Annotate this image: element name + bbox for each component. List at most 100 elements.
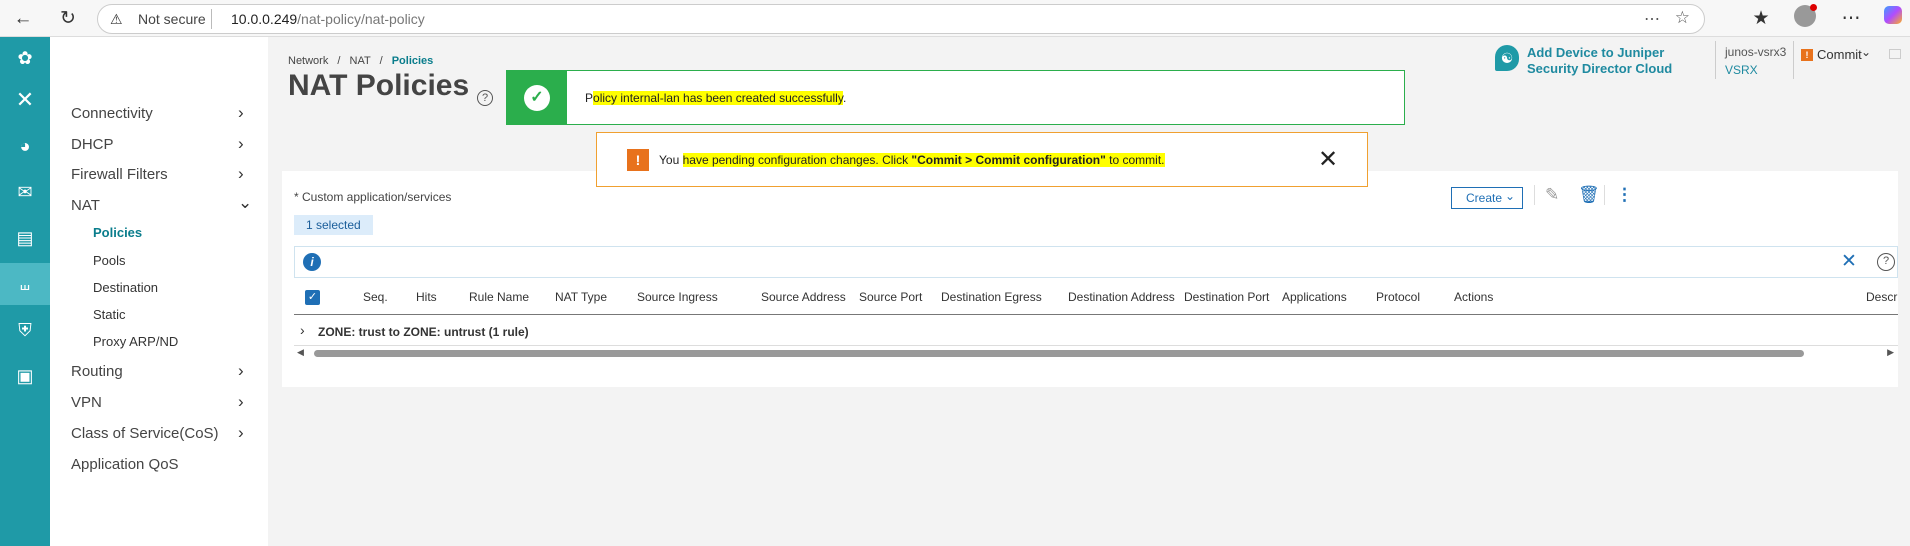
close-icon[interactable]: ✕ [1318,145,1338,174]
header-divider [1793,41,1794,79]
chevron-right-icon[interactable]: › [238,361,244,381]
breadcrumb-network[interactable]: Network [288,55,328,67]
scroll-left-icon[interactable]: ◀ [297,347,304,358]
sidebar-subitem-static[interactable]: Static [93,307,126,322]
favorite-star-icon[interactable]: ☆ [1675,8,1690,28]
sidebar-item-dhcp[interactable]: DHCP [71,136,114,153]
not-secure-label: Not secure [138,11,206,27]
add-device-line1: Add Device to Juniper [1527,45,1665,60]
notifications-icon[interactable] [1889,49,1901,59]
col-destination-port[interactable]: Destination Port [1184,290,1269,304]
commit-button[interactable]: Commit [1817,47,1862,62]
col-description[interactable]: Descr [1866,290,1897,304]
sidebar-item-routing[interactable]: Routing [71,363,123,380]
chevron-right-icon[interactable]: › [300,322,305,338]
sidebar-subitem-destination[interactable]: Destination [93,280,158,295]
reload-icon[interactable]: ↻ [55,6,81,32]
warning-toast: ! You have pending configuration changes… [596,132,1368,187]
col-destination-egress[interactable]: Destination Egress [941,290,1042,304]
copilot-icon[interactable] [1880,6,1906,32]
chevron-right-icon[interactable]: › [238,164,244,184]
sidebar-subitem-pools[interactable]: Pools [93,253,126,268]
network-icon[interactable]: ⧢ [0,263,50,305]
address-bar[interactable]: ⚠ Not secure 10.0.0.249/nat-policy/nat-p… [97,4,1705,34]
table-header: ✓ Seq. Hits Rule Name NAT Type Source In… [294,279,1898,315]
breadcrumb-separator: / [337,55,341,67]
commit-alert-icon: ! [1801,49,1813,61]
breadcrumb-nat[interactable]: NAT [350,55,371,67]
device-icon[interactable]: ▤ [0,217,50,259]
create-label: Create [1466,191,1503,205]
juniper-cloud-icon: ☯ [1495,45,1519,71]
col-hits[interactable]: Hits [416,290,437,304]
col-destination-address[interactable]: Destination Address [1068,290,1175,304]
chevron-right-icon[interactable]: › [238,423,244,443]
warning-msg-end: to commit. [1105,153,1165,167]
url-host: 10.0.0.249 [231,11,298,27]
delete-trash-icon[interactable]: 🗑 [1578,185,1600,205]
profile-icon[interactable] [1792,4,1818,31]
device-name: junos-vsrx3 [1725,45,1787,59]
breadcrumb-policies: Policies [391,55,434,67]
col-source-ingress[interactable]: Source Ingress [637,290,718,304]
success-toast: ✓ Policy internal-lan has been created s… [506,70,1405,125]
policy-table-card: * Custom application/services 1 selected… [282,171,1898,387]
col-source-address[interactable]: Source Address [761,290,846,304]
sidebar-item-nat[interactable]: NAT [71,197,100,214]
nav-rail: ✿ ✕ ◕ ✉ ▤ ⧢ ⛨ ▣ [0,37,50,546]
success-msg-end: . [842,91,847,105]
chevron-down-icon[interactable]: ⌄ [1861,45,1871,59]
sidebar-item-application-qos[interactable]: Application QoS [71,456,179,473]
lock-icon[interactable]: ▣ [0,355,50,397]
close-info-icon[interactable]: ✕ [1841,250,1857,273]
col-seq[interactable]: Seq. [363,290,388,304]
url-path: /nat-policy/nat-policy [297,11,425,27]
select-all-checkbox[interactable]: ✓ [305,290,320,305]
scrollbar-thumb[interactable] [314,350,1804,357]
close-menu-icon[interactable]: ✕ [0,79,50,121]
group-row-label: ZONE: trust to ZONE: untrust (1 rule) [318,325,529,339]
col-source-port[interactable]: Source Port [859,290,922,304]
chevron-right-icon[interactable]: › [238,134,244,154]
table-group-row[interactable]: › ZONE: trust to ZONE: untrust (1 rule) [294,316,1898,346]
back-icon[interactable]: ← [10,6,36,32]
warning-msg-start: You [659,153,683,167]
col-actions[interactable]: Actions [1454,290,1493,304]
toolbar-divider [1604,185,1605,205]
sidebar-item-vpn[interactable]: VPN [71,394,102,411]
url-text: 10.0.0.249/nat-policy/nat-policy [231,11,425,27]
col-applications[interactable]: Applications [1282,290,1347,304]
col-nat-type[interactable]: NAT Type [555,290,607,304]
sidebar-item-connectivity[interactable]: Connectivity [71,105,153,122]
scroll-right-icon[interactable]: ▶ [1887,347,1894,358]
sidebar-subitem-proxy-arp[interactable]: Proxy ARP/ND [93,334,178,349]
help-circle-icon[interactable]: ? [1877,253,1895,271]
more-options-icon[interactable]: ⋮ [1616,185,1633,205]
success-msg-first: P [585,91,594,105]
warning-msg-bold: "Commit > Commit configuration" [911,153,1106,167]
col-protocol[interactable]: Protocol [1376,290,1420,304]
sidebar-item-cos[interactable]: Class of Service(CoS) [71,425,219,442]
sidebar-item-firewall-filters[interactable]: Firewall Filters [71,166,168,183]
selected-count-badge: 1 selected [294,215,373,235]
chevron-right-icon[interactable]: › [238,392,244,412]
create-button[interactable]: Create ⌄ [1451,187,1523,209]
chevron-right-icon[interactable]: › [238,103,244,123]
exclamation-icon: ! [627,149,649,171]
favorites-icon[interactable]: ★ [1748,6,1774,32]
more-menu-icon[interactable]: ⋯ [1838,6,1864,32]
url-separator [211,9,212,29]
monitor-icon[interactable]: ✉ [0,171,50,213]
add-device-line2: Security Director Cloud [1527,61,1673,76]
sidebar-subitem-policies[interactable]: Policies [93,225,142,240]
flower-logo-icon[interactable]: ✿ [0,37,50,79]
read-aloud-icon[interactable]: ⋯ [1644,9,1660,29]
col-rule-name[interactable]: Rule Name [469,290,529,304]
chevron-down-icon[interactable]: ⌄ [238,193,252,213]
edit-pencil-icon[interactable]: ✎ [1545,185,1559,205]
help-icon[interactable]: ? [477,90,493,106]
security-shield-icon[interactable]: ⛨ [0,309,50,351]
dashboard-icon[interactable]: ◕ [0,125,50,167]
add-device-link[interactable]: Add Device to Juniper Security Director … [1527,45,1672,77]
horizontal-scrollbar[interactable]: ◀ ▶ [294,347,1898,359]
